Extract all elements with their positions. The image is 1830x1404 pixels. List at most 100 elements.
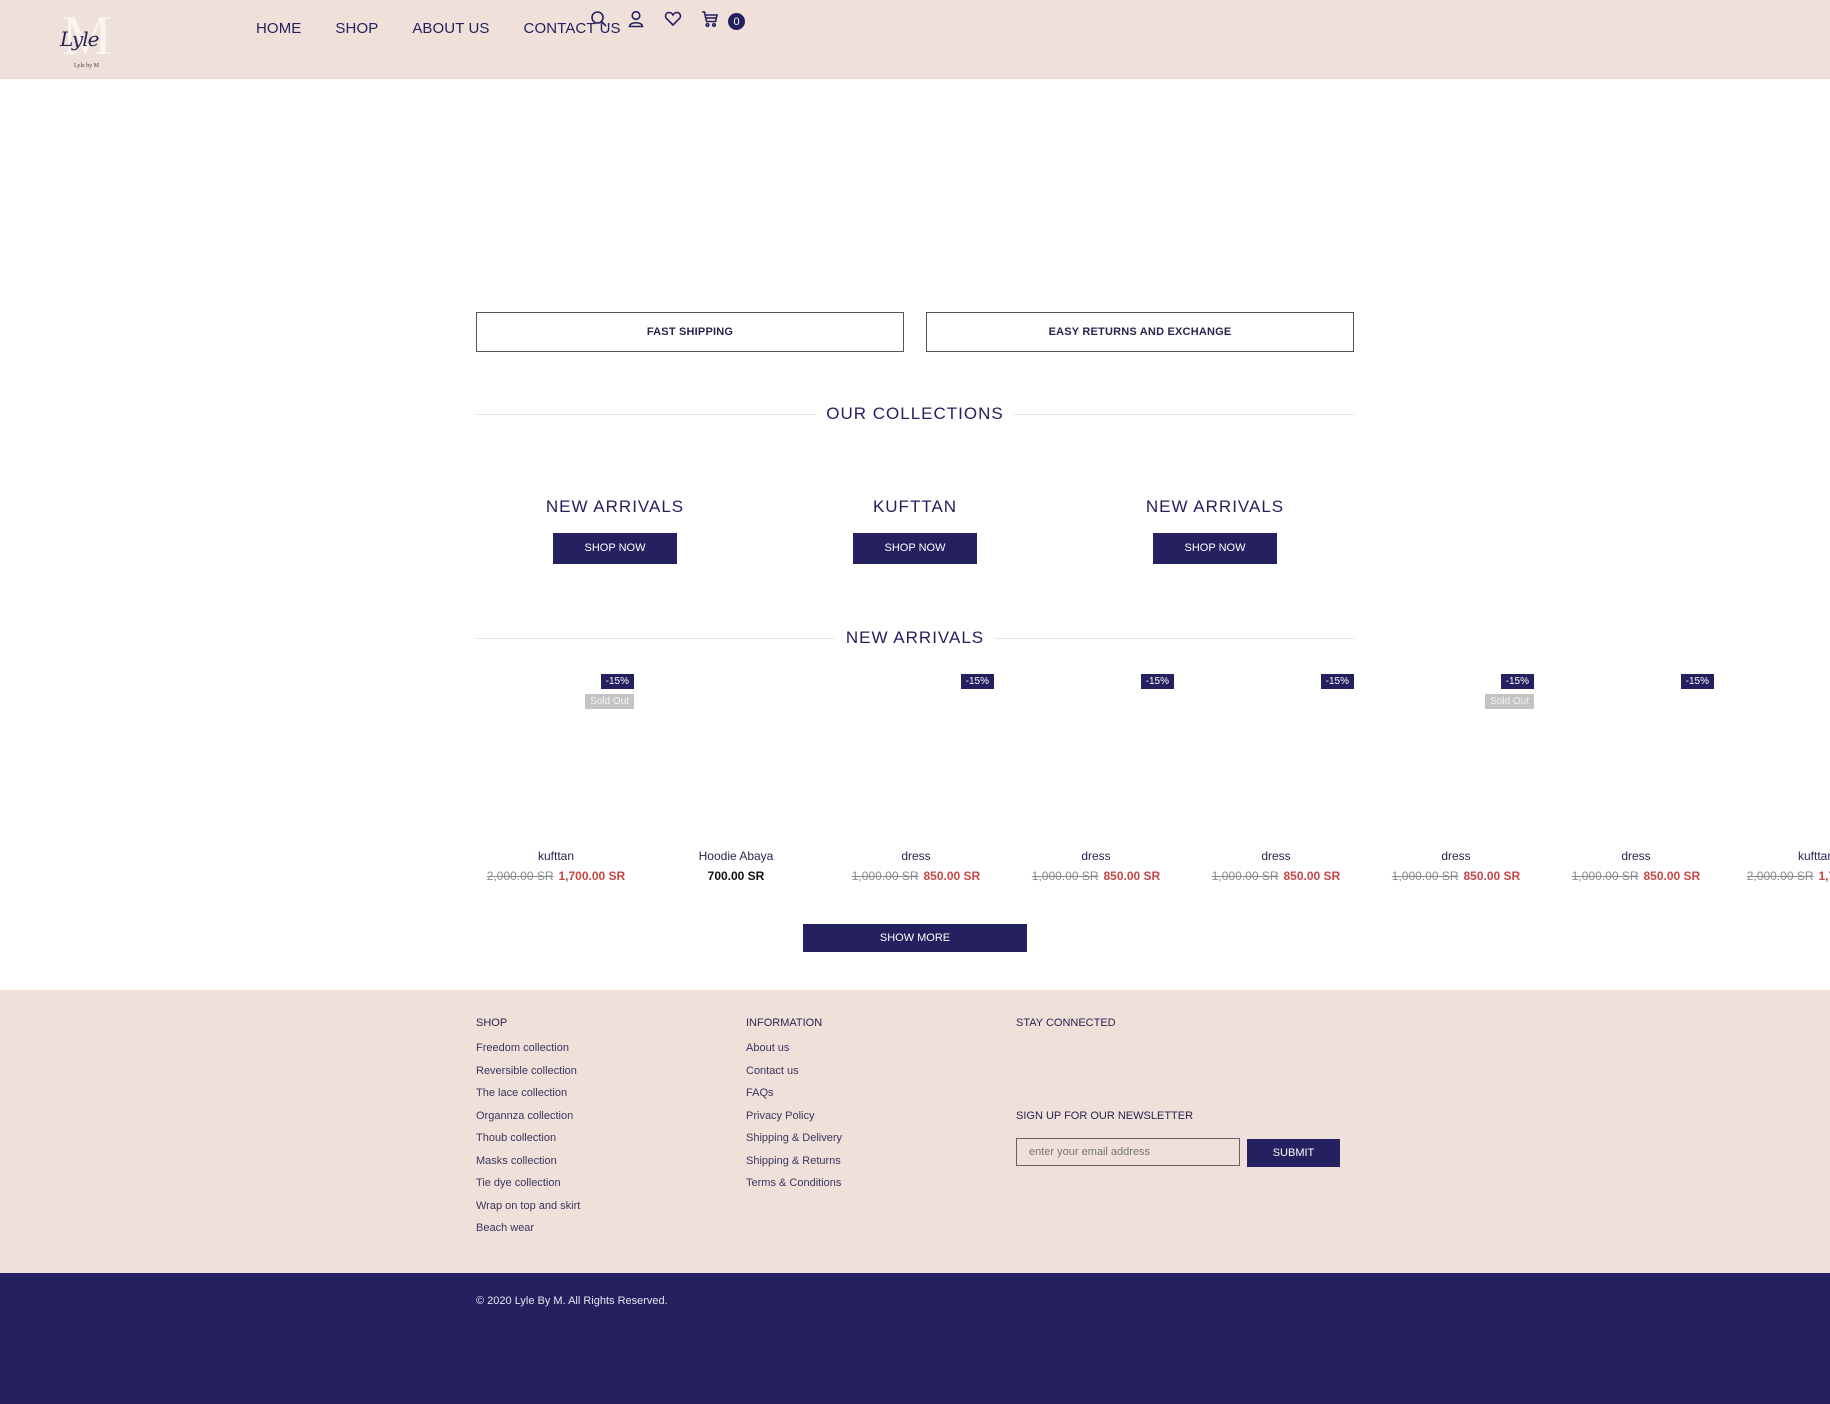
footer-heading: INFORMATION [746,1017,823,1029]
original-price: 2,000.00 SR [486,869,554,883]
cart-icon[interactable] [701,10,719,28]
logo-subtitle: Lyle by M [74,63,99,69]
product-card[interactable]: kufttan 2,000.00 SR 1,700.00 SR [1736,672,1830,892]
discount-badge: -15% [600,674,634,689]
product-price: 700.00 SR [656,869,816,883]
product-card[interactable]: -15% Sold Out dress 1,000.00 SR 850.00 SR [1376,672,1536,892]
product-name[interactable]: dress [1376,849,1536,863]
product-price: 1,000.00 SR 850.00 SR [1556,869,1716,883]
sold-out-badge: Sold Out [1485,694,1534,709]
footer-shop-link[interactable]: Thoub collection [476,1132,580,1155]
footer-shop-link[interactable]: Tie dye collection [476,1177,580,1200]
original-price: 1,000.00 SR [1031,869,1099,883]
footer-info-link[interactable]: Shipping & Returns [746,1155,842,1178]
product-name[interactable]: dress [836,849,996,863]
original-price: 1,000.00 SR [851,869,919,883]
brand-logo[interactable]: M Lyle Lyle by M [56,8,116,74]
footer-heading: STAY CONNECTED [1016,1017,1116,1029]
product-name[interactable]: Hoodie Abaya [656,849,816,863]
nav-about-us[interactable]: ABOUT US [412,20,489,37]
footer-shop-link[interactable]: The lace collection [476,1087,580,1110]
sale-price: 850.00 SR [923,869,981,883]
footer-info-link[interactable]: About us [746,1042,842,1065]
footer-shop-link[interactable]: Beach wear [476,1222,580,1245]
collection-card: KUFTTAN SHOP NOW [815,497,1015,564]
submit-button[interactable]: SUBMIT [1247,1139,1340,1167]
footer-info-link[interactable]: FAQs [746,1087,842,1110]
product-card[interactable]: -15% dress 1,000.00 SR 850.00 SR [1556,672,1716,892]
sale-price: 850.00 SR [1643,869,1701,883]
product-price: 1,000.00 SR 850.00 SR [836,869,996,883]
collections-section-title: OUR COLLECTIONS [476,404,1354,428]
sale-price: 850.00 SR [1463,869,1521,883]
footer-info-link[interactable]: Terms & Conditions [746,1177,842,1200]
sale-price: 1,700.00 SR [1818,869,1830,883]
footer-info-link[interactable]: Privacy Policy [746,1110,842,1133]
sale-price: 850.00 SR [1103,869,1161,883]
collection-name: NEW ARRIVALS [545,497,685,516]
sold-out-badge: Sold Out [585,694,634,709]
logo-script: Lyle [60,27,99,51]
original-price: 1,000.00 SR [1391,869,1459,883]
search-icon[interactable] [590,10,608,28]
section-heading: OUR COLLECTIONS [826,404,1004,423]
product-price: 1,000.00 SR 850.00 SR [1196,869,1356,883]
footer-shop-link[interactable]: Freedom collection [476,1042,580,1065]
show-more-button[interactable]: SHOW MORE [803,924,1027,952]
product-card[interactable]: Hoodie Abaya 700.00 SR [656,672,816,892]
new-arrivals-section-title: NEW ARRIVALS [476,628,1354,652]
site-footer: SHOP Freedom collection Reversible collec… [0,990,1830,1273]
feature-fast-shipping: FAST SHIPPING [476,312,904,352]
newsletter-email-input[interactable] [1016,1138,1240,1166]
shop-now-button[interactable]: SHOP NOW [853,533,977,564]
shop-now-button[interactable]: SHOP NOW [553,533,677,564]
heart-icon[interactable] [664,10,682,28]
product-price: 2,000.00 SR 1,700.00 SR [1736,869,1830,883]
product-card[interactable]: -15% dress 1,000.00 SR 850.00 SR [836,672,996,892]
regular-price: 700.00 SR [707,869,765,883]
product-card[interactable]: -15% dress 1,000.00 SR 850.00 SR [1196,672,1356,892]
product-card[interactable]: -15% dress 1,000.00 SR 850.00 SR [1016,672,1176,892]
footer-connect-column: STAY CONNECTED [1016,1017,1116,1042]
sale-price: 1,700.00 SR [558,869,626,883]
product-name[interactable]: kufttan [1736,849,1830,863]
discount-badge: -15% [1680,674,1714,689]
product-name[interactable]: dress [1196,849,1356,863]
copyright-text: © 2020 Lyle By M. All Rights Reserved. [476,1295,668,1307]
cart-count-badge: 0 [728,13,745,30]
footer-info-link[interactable]: Shipping & Delivery [746,1132,842,1155]
newsletter-heading: SIGN UP FOR OUR NEWSLETTER [1016,1110,1194,1122]
site-header: M Lyle Lyle by M HOME SHOP ABOUT US CONT… [0,0,1830,79]
feature-easy-returns: EASY RETURNS AND EXCHANGE [926,312,1354,352]
original-price: 2,000.00 SR [1746,869,1814,883]
product-card[interactable]: -15% Sold Out kufttan 2,000.00 SR 1,700.00 S… [476,672,636,892]
original-price: 1,000.00 SR [1571,869,1639,883]
header-icons: 0 [590,8,745,30]
product-name[interactable]: dress [1016,849,1176,863]
product-price: 1,000.00 SR 850.00 SR [1016,869,1176,883]
footer-information-column: INFORMATION About us Contact us FAQs Privac… [746,1017,842,1200]
product-name[interactable]: dress [1556,849,1716,863]
footer-shop-link[interactable]: Wrap on top and skirt [476,1200,580,1223]
section-heading: NEW ARRIVALS [845,628,985,647]
footer-info-link[interactable]: Contact us [746,1065,842,1088]
collection-card: NEW ARRIVALS SHOP NOW [1115,497,1315,564]
collection-card: NEW ARRIVALS SHOP NOW [515,497,715,564]
footer-bottom-bar: © 2020 Lyle By M. All Rights Reserved. [0,1273,1830,1404]
nav-home[interactable]: HOME [256,20,301,37]
footer-shop-link[interactable]: Masks collection [476,1155,580,1178]
product-carousel: -15% Sold Out kufttan 2,000.00 SR 1,700.00 S… [476,672,1830,892]
footer-shop-link[interactable]: Organnza collection [476,1110,580,1133]
collection-name: KUFTTAN [872,497,958,516]
user-icon[interactable] [627,10,645,28]
nav-shop[interactable]: SHOP [335,20,378,37]
shop-now-button[interactable]: SHOP NOW [1153,533,1277,564]
sale-price: 850.00 SR [1283,869,1341,883]
footer-heading: SHOP [476,1017,508,1029]
discount-badge: -15% [960,674,994,689]
footer-shop-column: SHOP Freedom collection Reversible collec… [476,1017,580,1245]
collection-name: NEW ARRIVALS [1145,497,1285,516]
footer-shop-link[interactable]: Reversible collection [476,1065,580,1088]
product-name[interactable]: kufttan [476,849,636,863]
discount-badge: -15% [1500,674,1534,689]
